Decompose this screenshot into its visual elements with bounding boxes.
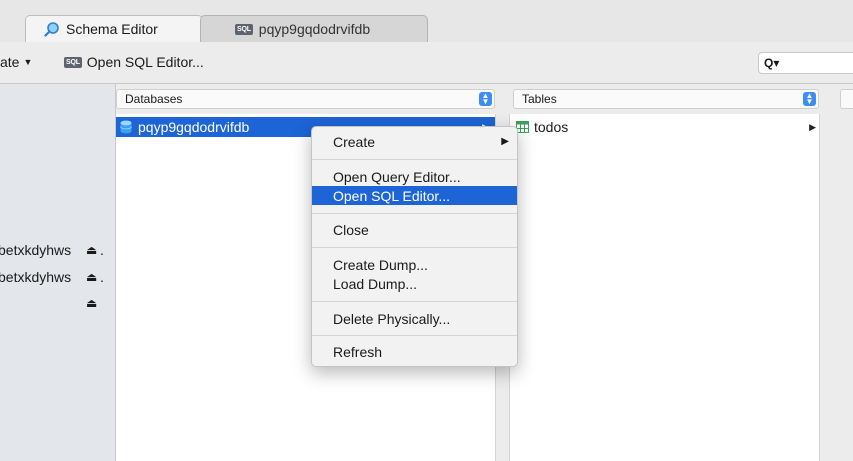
menu-item-label: Open SQL Editor... <box>333 187 450 204</box>
menu-item-refresh[interactable]: Refresh <box>312 342 517 361</box>
sql-icon: SQL <box>235 23 253 35</box>
open-sql-editor-label: Open SQL Editor... <box>86 54 204 70</box>
sidebar-item-connection[interactable]: betxkdyhws ⏏ . <box>0 240 116 260</box>
search-input[interactable]: Q▾ <box>758 52 853 74</box>
list-item-table[interactable]: todos ▶ <box>516 117 816 137</box>
sql-icon: SQL <box>64 56 82 68</box>
sidebar-item-connection[interactable]: ⏏ <box>0 293 116 313</box>
schema-editor-icon <box>44 21 60 37</box>
tables-list <box>510 114 819 461</box>
create-button[interactable]: ate ▼ <box>0 54 32 70</box>
tab-label: Schema Editor <box>66 21 158 37</box>
databases-header-select[interactable]: Databases ▲ ▼ <box>116 89 495 109</box>
menu-separator <box>312 247 517 248</box>
menu-separator <box>312 301 517 302</box>
menu-item-delete-physically[interactable]: Delete Physically... <box>312 309 517 328</box>
sidebar-item-connection[interactable]: betxkdyhws ⏏ . <box>0 267 116 287</box>
sidebar-item-label: betxkdyhws <box>0 242 72 258</box>
toolbar: ate ▼ SQL Open SQL Editor... Q▾ <box>0 42 853 84</box>
eject-icon[interactable]: ⏏ <box>86 243 97 257</box>
menu-item-label: Refresh <box>333 343 383 360</box>
menu-item-create-dump[interactable]: Create Dump... <box>312 255 517 274</box>
database-icon <box>120 120 132 134</box>
tab-label: pqyp9gqdodrvifdb <box>258 21 371 37</box>
sidebar-item-ellipsis: . <box>100 269 104 285</box>
menu-separator <box>312 159 517 160</box>
sidebar-item-ellipsis: . <box>100 242 104 258</box>
menu-item-open-query-editor[interactable]: Open Query Editor... <box>312 167 517 186</box>
menu-item-label: Delete Physically... <box>333 310 451 327</box>
eject-icon[interactable]: ⏏ <box>86 296 97 310</box>
menu-item-load-dump[interactable]: Load Dump... <box>312 274 517 293</box>
database-label: pqyp9gqdodrvifdb <box>138 119 250 135</box>
databases-header-label: Databases <box>125 92 183 106</box>
disclosure-arrow-icon: ▶ <box>809 121 816 132</box>
menu-item-label: Create <box>333 133 376 150</box>
menu-item-label: Open Query Editor... <box>333 168 461 185</box>
submenu-arrow-icon: ▶ <box>501 136 509 147</box>
menu-separator <box>312 213 517 214</box>
eject-icon[interactable]: ⏏ <box>86 270 97 284</box>
search-icon: Q▾ <box>764 56 780 70</box>
menu-item-create[interactable]: Create ▶ <box>312 132 517 151</box>
open-sql-editor-button[interactable]: SQL Open SQL Editor... <box>64 54 204 70</box>
tab-bar: Schema Editor SQL pqyp9gqdodrvifdb <box>0 0 853 42</box>
sidebar-item-label: betxkdyhws <box>0 269 72 285</box>
stepper-icon: ▲ ▼ <box>479 92 492 106</box>
tables-header-select[interactable]: Tables ▲ ▼ <box>513 89 819 109</box>
menu-item-close[interactable]: Close <box>312 220 517 239</box>
table-label: todos <box>534 119 569 135</box>
menu-item-open-sql-editor[interactable]: Open SQL Editor... <box>312 186 517 205</box>
create-button-label: ate <box>0 54 20 70</box>
stepper-icon: ▲ ▼ <box>803 92 816 106</box>
tab-schema-editor[interactable]: Schema Editor <box>25 15 203 42</box>
menu-separator <box>312 335 517 336</box>
extra-header-select[interactable] <box>840 89 853 109</box>
pane-divider[interactable] <box>819 114 853 461</box>
menu-item-label: Load Dump... <box>333 275 418 292</box>
menu-item-label: Close <box>333 221 369 238</box>
tables-header-label: Tables <box>522 92 557 106</box>
context-menu: Create ▶ Open Query Editor... Open SQL E… <box>311 126 518 367</box>
chevron-down-icon: ▼ <box>23 57 33 67</box>
menu-item-label: Create Dump... <box>333 256 428 273</box>
tab-sql-editor[interactable]: SQL pqyp9gqdodrvifdb <box>200 15 428 42</box>
